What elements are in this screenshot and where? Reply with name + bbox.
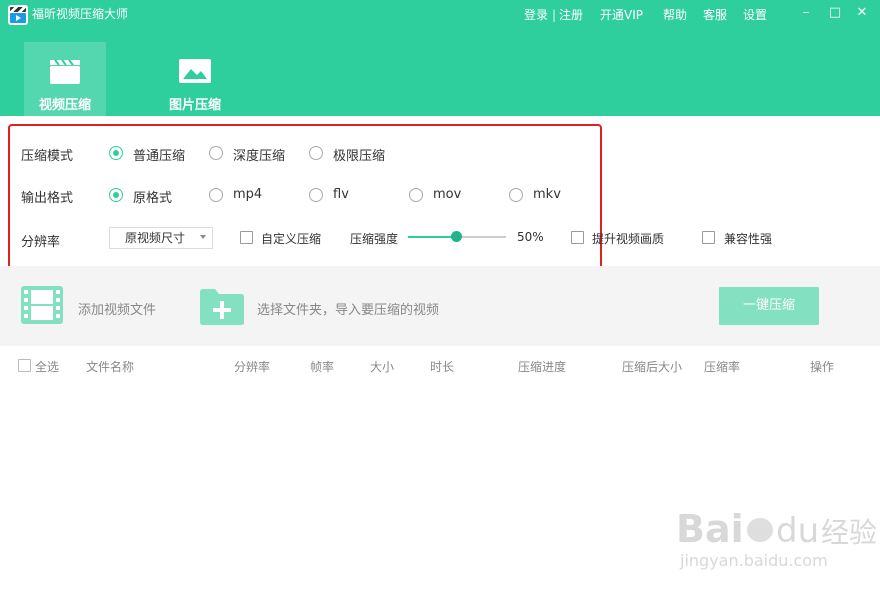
- tab-video-compress[interactable]: 视频压缩: [24, 42, 106, 116]
- flv-label: flv: [333, 187, 349, 202]
- settings-link[interactable]: 设置: [743, 6, 767, 24]
- column-header: 压缩率: [704, 360, 741, 374]
- minimize-button[interactable]: –: [797, 4, 815, 22]
- column-header: 压缩后大小: [622, 360, 683, 374]
- column-header: 分辨率: [234, 360, 271, 374]
- tab-image-compress[interactable]: 图片压缩: [154, 42, 236, 116]
- vip-link[interactable]: 开通VIP: [600, 6, 643, 24]
- mkv-label: mkv: [533, 187, 561, 202]
- chevron-down-icon: [200, 235, 206, 239]
- link-separator: |: [552, 8, 557, 22]
- output-format-label: 输出格式: [21, 191, 74, 206]
- enhance-quality-checkbox[interactable]: [571, 231, 584, 244]
- normal-compress-label: 普通压缩: [133, 149, 186, 164]
- select-all-label: 全选: [35, 360, 60, 374]
- svg-text:jingyan.baidu.com: jingyan.baidu.com: [679, 551, 828, 570]
- resolution-label: 分辨率: [21, 235, 61, 250]
- radio-normal-compress[interactable]: [109, 146, 123, 160]
- mp4-label: mp4: [233, 187, 263, 202]
- folder-add-icon[interactable]: [199, 288, 245, 326]
- column-header: 时长: [430, 360, 455, 374]
- original-format-label: 原格式: [133, 191, 173, 206]
- svg-text:经验: 经验: [821, 516, 876, 549]
- clapperboard-icon: [50, 59, 80, 84]
- radio-original-format[interactable]: [109, 188, 123, 202]
- column-header: 帧率: [310, 360, 335, 374]
- compatibility-checkbox[interactable]: [702, 231, 715, 244]
- compression-mode-label: 压缩模式: [21, 149, 74, 164]
- resolution-select[interactable]: 原视频尺寸: [109, 227, 213, 249]
- add-folder-label[interactable]: 选择文件夹，导入要压缩的视频: [257, 299, 439, 318]
- mov-label: mov: [433, 187, 462, 202]
- register-link[interactable]: 注册: [559, 6, 583, 24]
- compatibility-label: 兼容性强: [724, 232, 773, 246]
- column-header: 大小: [370, 360, 395, 374]
- service-link[interactable]: 客服: [703, 6, 727, 24]
- strength-slider-handle[interactable]: [451, 231, 462, 242]
- radio-mkv[interactable]: [509, 188, 523, 202]
- compress-all-button[interactable]: 一键压缩: [719, 287, 819, 325]
- strength-slider-fill: [408, 236, 456, 238]
- resolution-select-value: 原视频尺寸: [125, 231, 186, 245]
- strength-label: 压缩强度: [350, 232, 399, 246]
- radio-mp4[interactable]: [209, 188, 223, 202]
- radio-deep-compress[interactable]: [209, 146, 223, 160]
- strength-value: 50%: [517, 230, 544, 244]
- restore-button[interactable]: □: [826, 4, 844, 22]
- radio-extreme-compress[interactable]: [309, 146, 323, 160]
- login-link[interactable]: 登录: [524, 6, 548, 24]
- close-button[interactable]: ✕: [853, 4, 871, 22]
- svg-text:du: du: [776, 511, 819, 551]
- radio-flv[interactable]: [309, 188, 323, 202]
- radio-mov[interactable]: [409, 188, 423, 202]
- deep-compress-label: 深度压缩: [233, 149, 286, 164]
- column-header: 操作: [810, 360, 835, 374]
- tab-image-compress-label: 图片压缩: [168, 98, 221, 113]
- image-icon: [179, 59, 211, 83]
- svg-text:Bai: Bai: [676, 507, 744, 551]
- custom-compress-label: 自定义压缩: [261, 232, 322, 246]
- tab-video-compress-label: 视频压缩: [38, 98, 91, 113]
- top-links: 登录 | 注册 开通VIP 帮助 客服 设置: [0, 6, 880, 24]
- add-video-file-label[interactable]: 添加视频文件: [78, 299, 156, 318]
- extreme-compress-label: 极限压缩: [333, 149, 386, 164]
- baidu-jingyan-watermark: Bai du 经验 jingyan.baidu.com: [676, 507, 876, 570]
- select-all-checkbox[interactable]: [18, 359, 31, 372]
- column-header: 文件名称: [86, 360, 135, 374]
- enhance-quality-label: 提升视频画质: [592, 232, 665, 246]
- add-video-file-icon[interactable]: [20, 285, 64, 325]
- help-link[interactable]: 帮助: [663, 6, 687, 24]
- custom-compress-checkbox[interactable]: [240, 231, 253, 244]
- column-header: 压缩进度: [518, 360, 567, 374]
